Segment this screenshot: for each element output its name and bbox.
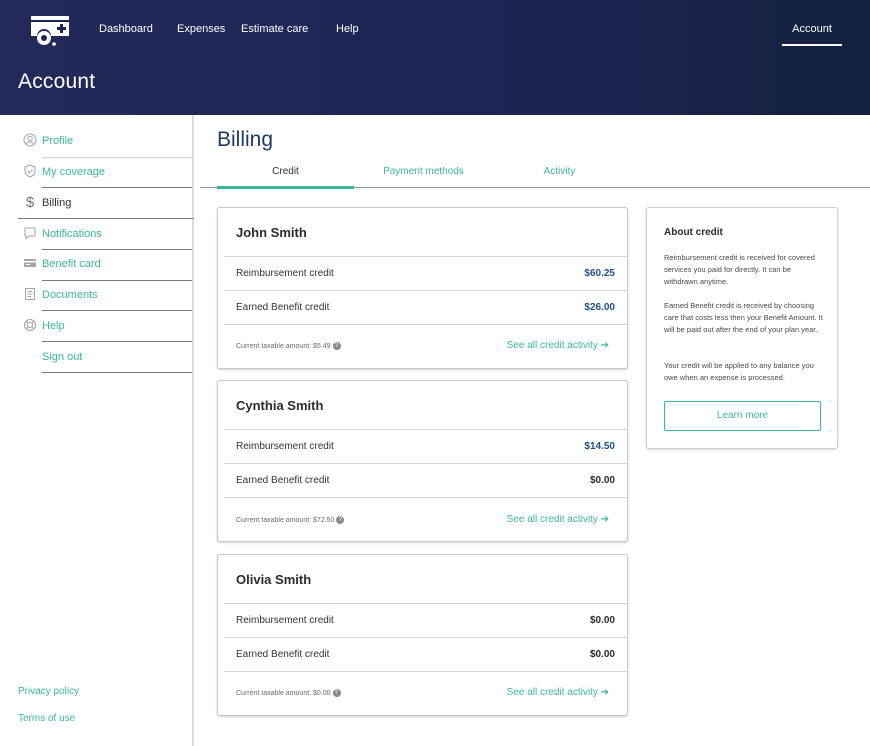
sidebar-item-label: Billing xyxy=(42,197,72,209)
logo-icon[interactable] xyxy=(29,14,71,47)
credit-value: $0.00 xyxy=(589,649,615,660)
about-credit-paragraph: Your credit will be applied to any balan… xyxy=(664,361,814,382)
about-credit-heading: About credit xyxy=(664,227,723,238)
row-divider xyxy=(224,671,627,672)
credit-row: Reimbursement credit $60.25 xyxy=(224,256,627,290)
credit-row: Earned Benefit credit $26.00 xyxy=(224,290,627,324)
credit-card-olivia-smith: Olivia Smith Reimbursement credit $0.00 … xyxy=(217,554,628,716)
see-credit-activity-link[interactable]: See all credit activity ➔ xyxy=(507,687,609,698)
credit-card-john-smith: John Smith Reimbursement credit $60.25 E… xyxy=(217,207,628,369)
row-divider xyxy=(224,324,627,325)
credit-label: Earned Benefit credit xyxy=(236,302,330,313)
credit-value: $60.25 xyxy=(584,268,615,279)
sidebar-item-label: Documents xyxy=(42,289,98,301)
credit-value: $0.00 xyxy=(589,475,615,486)
taxable-amount: Current taxable amount: $0.00? xyxy=(236,689,341,697)
lifebuoy-icon xyxy=(22,318,38,334)
row-divider xyxy=(224,497,627,498)
credit-label: Earned Benefit credit xyxy=(236,475,330,486)
taxable-amount-text: Current taxable amount: $5.49 xyxy=(236,342,331,350)
about-credit-paragraph: Earned Benefit credit is received by cho… xyxy=(664,301,823,334)
sidebar-item-benefit-card[interactable]: Benefit card xyxy=(18,249,192,280)
sidebar-item-label: Notifications xyxy=(42,228,102,240)
nav-account[interactable]: Account xyxy=(782,23,842,35)
member-name: Cynthia Smith xyxy=(236,398,324,413)
account-tab-underline xyxy=(782,44,842,46)
taxable-amount-text: Current taxable amount: $72.50 xyxy=(236,516,335,524)
chat-bubble-icon xyxy=(22,226,38,242)
nav-estimate-care[interactable]: Estimate care xyxy=(241,23,308,35)
help-icon[interactable]: ? xyxy=(332,689,341,697)
shield-check-icon xyxy=(22,164,38,180)
top-header: Dashboard Expenses Estimate care Help Ac… xyxy=(0,0,870,115)
help-icon[interactable]: ? xyxy=(332,342,341,350)
arrow-right-icon: ➔ xyxy=(600,514,609,525)
sidebar-item-notifications[interactable]: Notifications xyxy=(18,219,192,250)
page-title: Account xyxy=(18,70,96,93)
taxable-amount: Current taxable amount: $5.49? xyxy=(236,342,341,350)
credit-label: Reimbursement credit xyxy=(236,615,334,626)
sidebar-item-label: Profile xyxy=(42,135,74,147)
credit-card-icon xyxy=(22,256,38,272)
help-icon[interactable]: ? xyxy=(336,516,345,524)
credit-value: $14.50 xyxy=(584,441,615,452)
credit-row: Earned Benefit credit $0.00 xyxy=(224,637,627,671)
section-title: Billing xyxy=(217,128,274,151)
about-credit-paragraph: Reimbursement credit is received for cov… xyxy=(664,253,815,286)
nav-dashboard[interactable]: Dashboard xyxy=(99,23,153,35)
credit-row: Earned Benefit credit $0.00 xyxy=(224,463,627,497)
tab-credit[interactable]: Credit xyxy=(217,166,354,177)
credit-value: $26.00 xyxy=(584,302,615,313)
sidebar-item-billing[interactable]: $ Billing xyxy=(18,188,192,219)
sidebar-separator xyxy=(42,372,192,373)
taxable-amount-text: Current taxable amount: $0.00 xyxy=(236,689,331,697)
sidebar-item-documents[interactable]: Documents xyxy=(18,280,192,311)
profile-icon xyxy=(22,133,38,149)
about-credit-panel: About credit Reimbursement credit is rec… xyxy=(646,207,838,449)
see-credit-activity-link[interactable]: See all credit activity ➔ xyxy=(507,340,609,351)
sidebar-item-profile[interactable]: Profile xyxy=(18,126,192,157)
credit-card-cynthia-smith: Cynthia Smith Reimbursement credit $14.5… xyxy=(217,380,628,542)
credit-row: Reimbursement credit $0.00 xyxy=(224,603,627,637)
document-icon xyxy=(22,287,38,303)
nav-expenses[interactable]: Expenses xyxy=(177,23,225,35)
nav-help[interactable]: Help xyxy=(336,23,359,35)
credit-row: Reimbursement credit $14.50 xyxy=(224,429,627,463)
sidebar-item-label: Benefit card xyxy=(42,258,101,270)
sidebar-divider xyxy=(192,115,194,746)
credit-value: $0.00 xyxy=(589,615,615,626)
activity-link-text: See all credit activity xyxy=(506,340,598,351)
sidebar-item-label: Help xyxy=(42,320,65,332)
sidebar-item-help[interactable]: Help xyxy=(18,311,192,342)
credit-label: Reimbursement credit xyxy=(236,268,334,279)
member-name: Olivia Smith xyxy=(236,572,312,587)
privacy-policy-link[interactable]: Privacy policy xyxy=(18,686,79,697)
learn-more-button[interactable]: Learn more xyxy=(664,401,821,431)
dollar-icon: $ xyxy=(25,194,35,211)
see-credit-activity-link[interactable]: See all credit activity ➔ xyxy=(507,514,609,525)
tab-activity[interactable]: Activity xyxy=(491,166,628,177)
tab-payment-methods[interactable]: Payment methods xyxy=(355,166,492,177)
active-tab-indicator xyxy=(217,186,354,189)
sidebar-item-label: My coverage xyxy=(42,166,105,178)
sidebar-item-label: Sign out xyxy=(42,351,83,363)
activity-link-text: See all credit activity xyxy=(506,687,598,698)
arrow-right-icon: ➔ xyxy=(600,340,609,351)
terms-of-use-link[interactable]: Terms of use xyxy=(18,713,75,724)
taxable-amount: Current taxable amount: $72.50? xyxy=(236,516,345,524)
credit-label: Reimbursement credit xyxy=(236,441,334,452)
member-name: John Smith xyxy=(236,225,307,240)
arrow-right-icon: ➔ xyxy=(600,687,609,698)
sidebar-item-my-coverage[interactable]: My coverage xyxy=(18,157,192,188)
credit-label: Earned Benefit credit xyxy=(236,649,330,660)
sidebar-item-sign-out[interactable]: Sign out xyxy=(18,342,192,373)
activity-link-text: See all credit activity xyxy=(506,514,598,525)
